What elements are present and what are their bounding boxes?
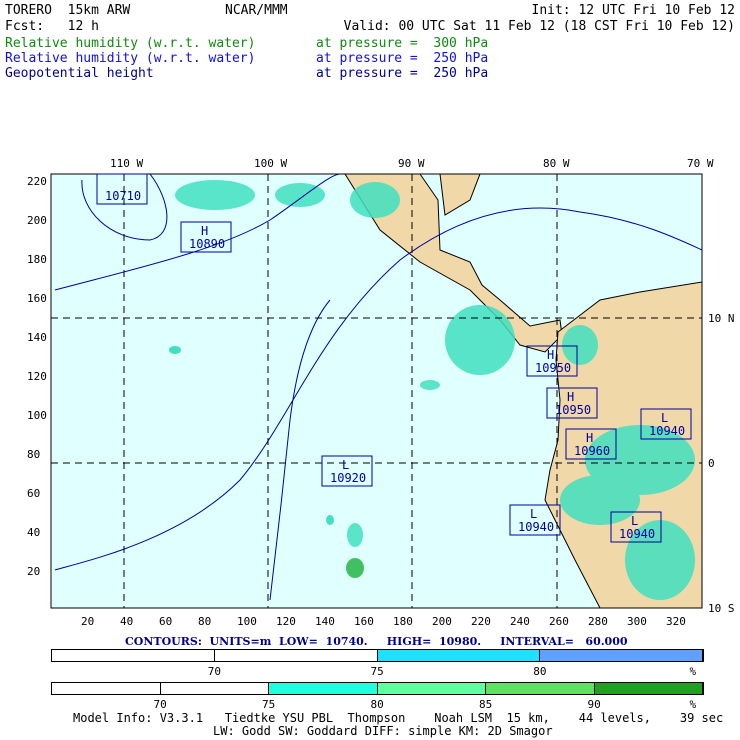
svg-text:10920: 10920	[330, 471, 366, 485]
colorbar-label: 85	[479, 698, 493, 711]
y-tick-label: 160	[27, 292, 47, 305]
x-tick-label: 320	[666, 615, 686, 628]
colorbar-label: 70	[153, 698, 167, 711]
colorbar-segment	[377, 683, 486, 694]
x-tick-label: 160	[354, 615, 374, 628]
lon-label: 110 W	[110, 157, 143, 170]
x-tick-label: 100	[237, 615, 257, 628]
colorbar-300hPa	[51, 682, 704, 695]
svg-text:H: H	[547, 348, 554, 362]
svg-text:10710: 10710	[105, 189, 141, 203]
map-plot: 10710H10890H10950H10950L10940H10960L1092…	[27, 157, 735, 628]
y-tick-label: 40	[27, 526, 40, 539]
y-tick-label: 180	[27, 253, 47, 266]
colorbar-segment	[377, 650, 541, 661]
svg-text:H: H	[567, 390, 574, 404]
colorbar-label: 90	[587, 698, 601, 711]
x-tick-label: 260	[549, 615, 569, 628]
colorbar-segment	[269, 683, 378, 694]
x-tick-label: 80	[198, 615, 211, 628]
y-tick-label: 100	[27, 409, 47, 422]
colorbar-segment	[52, 650, 215, 661]
svg-text:10940: 10940	[649, 424, 685, 438]
y-tick-label: 80	[27, 448, 40, 461]
svg-text:L: L	[530, 507, 537, 521]
x-tick-label: 300	[627, 615, 647, 628]
colorbar-segment	[594, 683, 703, 694]
x-tick-label: 60	[159, 615, 172, 628]
colorbar-segment	[214, 650, 378, 661]
svg-text:10940: 10940	[619, 527, 655, 541]
lon-label: 70 W	[687, 157, 714, 170]
y-tick-label: 120	[27, 370, 47, 383]
y-tick-label: 60	[27, 487, 40, 500]
y-tick-label: 200	[27, 214, 47, 227]
x-tick-label: 120	[276, 615, 296, 628]
colorbar-label: %	[689, 698, 697, 711]
colorbar-label: 75	[262, 698, 276, 711]
svg-text:L: L	[342, 458, 349, 472]
colorbar-segment	[486, 683, 595, 694]
colorbar-segment	[540, 650, 703, 661]
colorbar-segment	[160, 683, 269, 694]
x-tick-label: 200	[432, 615, 452, 628]
contours-info: CONTOURS: UNITS=m LOW= 10740. HIGH= 1098…	[125, 635, 628, 648]
model-info-line2: LW: Godd SW: Goddard DIFF: simple KM: 2D…	[213, 724, 553, 738]
colorbar-label: 75	[370, 665, 384, 678]
lon-label: 100 W	[254, 157, 287, 170]
x-tick-label: 20	[81, 615, 94, 628]
x-tick-label: 140	[315, 615, 335, 628]
y-tick-label: 140	[27, 331, 47, 344]
svg-text:10890: 10890	[189, 237, 225, 251]
colorbar-segment	[52, 683, 161, 694]
colorbar-label: %	[689, 665, 697, 678]
svg-text:10950: 10950	[535, 361, 571, 375]
svg-text:10940: 10940	[518, 520, 554, 534]
y-tick-label: 220	[27, 175, 47, 188]
colorbar-label: 80	[370, 698, 384, 711]
lon-label: 80 W	[543, 157, 570, 170]
lat-label: 10 S	[708, 602, 735, 615]
svg-text:L: L	[661, 411, 668, 425]
svg-text:10960: 10960	[574, 444, 610, 458]
x-tick-label: 40	[120, 615, 133, 628]
y-tick-label: 20	[27, 565, 40, 578]
x-tick-label: 280	[588, 615, 608, 628]
colorbar-label: 70	[207, 665, 221, 678]
svg-text:H: H	[201, 224, 208, 238]
svg-text:L: L	[631, 514, 638, 528]
colorbar-250hPa	[51, 649, 704, 662]
lat-label: 0	[708, 457, 715, 470]
lon-label: 90 W	[398, 157, 425, 170]
x-tick-label: 220	[471, 615, 491, 628]
x-tick-label: 180	[393, 615, 413, 628]
x-tick-label: 240	[510, 615, 530, 628]
colorbar-label: 80	[533, 665, 547, 678]
lat-label: 10 N	[708, 312, 735, 325]
svg-text:H: H	[586, 431, 593, 445]
svg-text:10950: 10950	[555, 403, 591, 417]
